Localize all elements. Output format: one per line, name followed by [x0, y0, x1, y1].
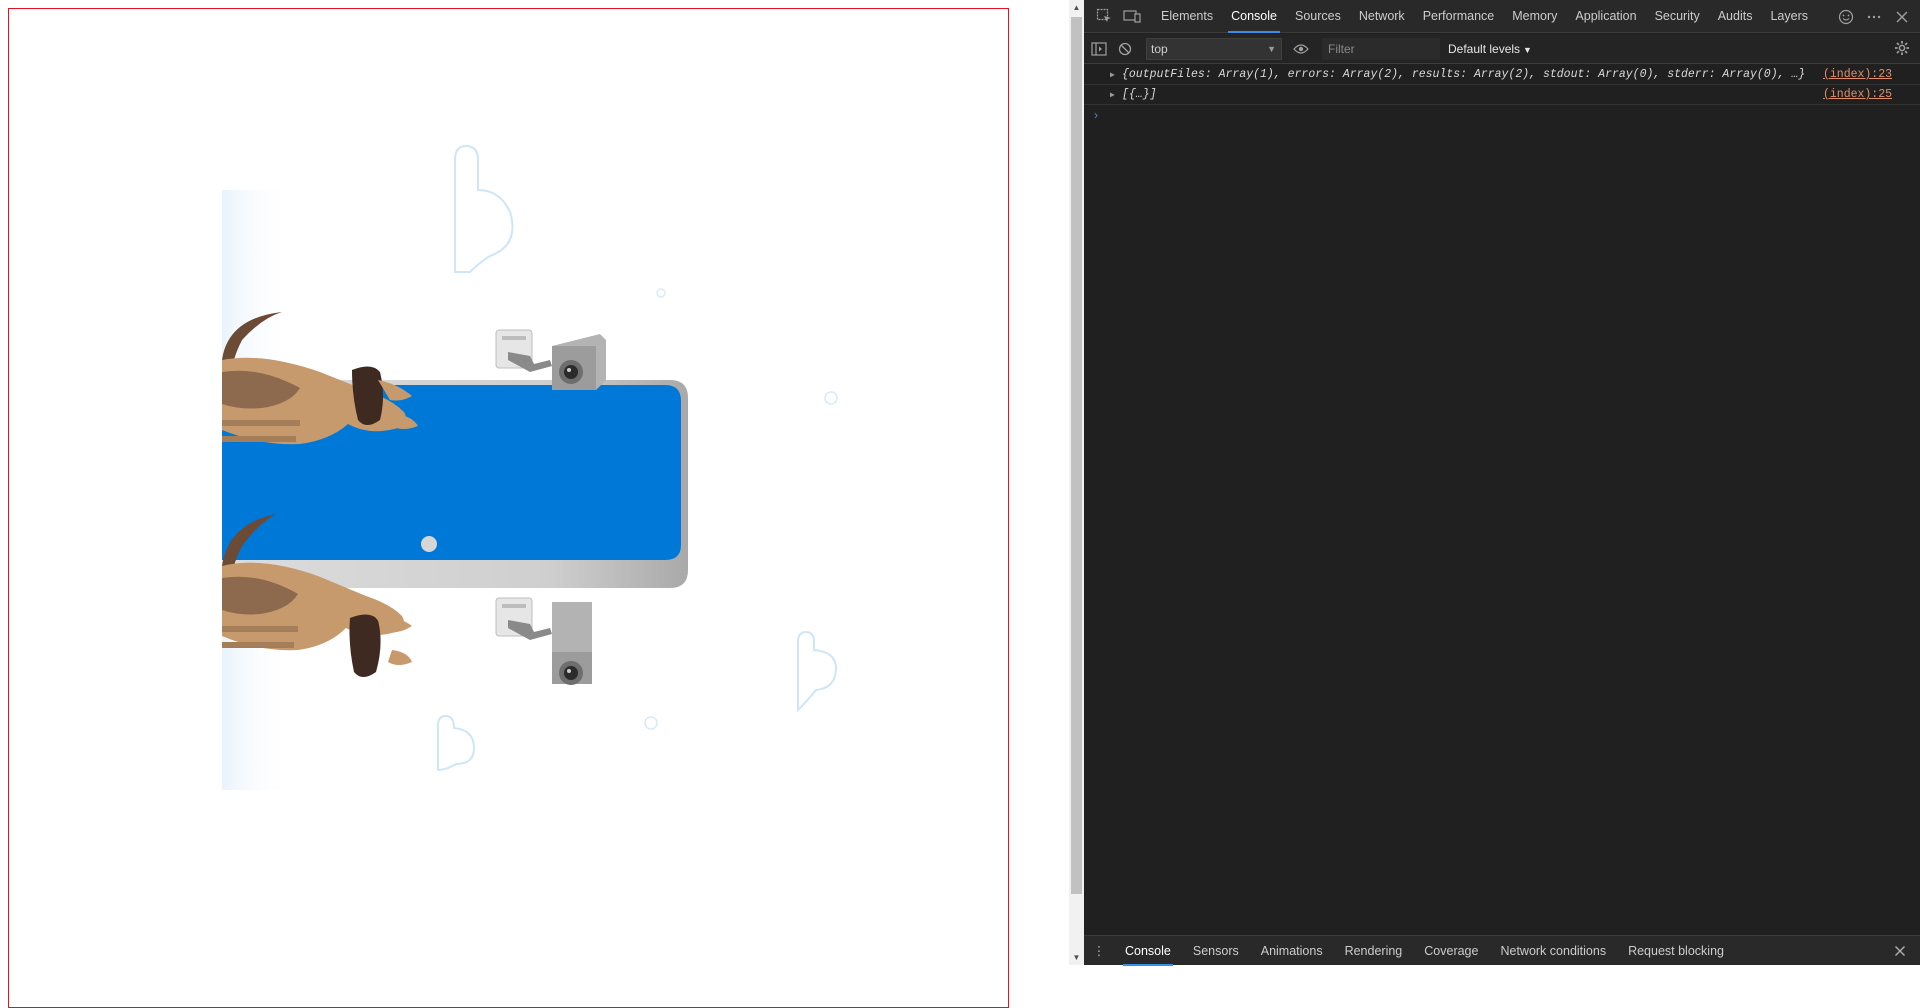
drawer-tab-animations[interactable]: Animations [1250, 936, 1334, 966]
scroll-up-arrow-icon[interactable]: ▲ [1069, 0, 1084, 15]
log-message: {outputFiles: Array(1), errors: Array(2)… [1122, 68, 1806, 81]
tab-network[interactable]: Network [1350, 0, 1414, 33]
page-viewport [0, 0, 1069, 1008]
close-drawer-icon[interactable] [1892, 943, 1908, 959]
log-levels-label: Default levels [1448, 41, 1521, 56]
tab-audits[interactable]: Audits [1709, 0, 1762, 33]
tab-console[interactable]: Console [1222, 0, 1286, 33]
scroll-down-arrow-icon[interactable]: ▼ [1069, 950, 1084, 965]
scrollbar-thumb[interactable] [1071, 17, 1082, 894]
tab-application[interactable]: Application [1566, 0, 1645, 33]
drawer-tab-sensors[interactable]: Sensors [1182, 936, 1250, 966]
close-devtools-icon[interactable] [1888, 0, 1916, 33]
tab-performance[interactable]: Performance [1414, 0, 1504, 33]
caret-down-icon: ▼ [1523, 44, 1532, 55]
log-message: [{…}] [1122, 88, 1157, 101]
clear-console-icon[interactable] [1112, 34, 1138, 64]
tab-sources[interactable]: Sources [1286, 0, 1350, 33]
expand-triangle-icon[interactable]: ▶ [1110, 70, 1118, 80]
chevron-down-icon: ▼ [1267, 43, 1276, 54]
log-source-link[interactable]: (index):25 [1823, 85, 1892, 105]
context-selector[interactable]: top ▼ [1146, 37, 1282, 60]
console-log-area: ▶ {outputFiles: Array(1), errors: Array(… [1084, 65, 1920, 125]
drawer-more-tools-icon[interactable]: ⋮ [1084, 943, 1114, 958]
devtools-panel: Elements Console Sources Network Perform… [1084, 0, 1920, 966]
drawer-tab-request-blocking[interactable]: Request blocking [1617, 936, 1735, 966]
expand-triangle-icon[interactable]: ▶ [1110, 90, 1118, 100]
show-sidebar-icon[interactable] [1086, 34, 1112, 64]
drawer-tab-console[interactable]: Console [1114, 936, 1182, 966]
tab-security[interactable]: Security [1646, 0, 1709, 33]
drawer-tab-rendering[interactable]: Rendering [1334, 936, 1414, 966]
drawer-tab-network-conditions[interactable]: Network conditions [1489, 936, 1617, 966]
console-filter-input[interactable] [1322, 37, 1440, 60]
more-options-icon[interactable] [1860, 0, 1888, 33]
log-source-link[interactable]: (index):23 [1823, 65, 1892, 85]
devtools-toolbar: Elements Console Sources Network Perform… [1084, 0, 1920, 33]
prompt-chevron-icon: › [1094, 108, 1098, 122]
console-log-entry[interactable]: ▶ [{…}] (index):25 [1084, 85, 1920, 105]
page-scrollbar[interactable]: ▲ ▼ [1069, 0, 1084, 965]
console-prompt[interactable]: › [1084, 105, 1920, 125]
inspect-element-icon[interactable] [1090, 0, 1118, 33]
tab-layers[interactable]: Layers [1761, 0, 1817, 33]
feedback-smiley-icon[interactable] [1832, 0, 1860, 33]
tab-memory[interactable]: Memory [1503, 0, 1566, 33]
devtools-drawer-tabs: ⋮ Console Sensors Animations Rendering C… [1084, 935, 1920, 966]
console-log-entry[interactable]: ▶ {outputFiles: Array(1), errors: Array(… [1084, 65, 1920, 85]
live-expression-eye-icon[interactable] [1288, 34, 1314, 64]
context-selector-value: top [1151, 41, 1168, 56]
console-toolbar: top ▼ Default levels▼ [1084, 34, 1920, 64]
drawer-tab-coverage[interactable]: Coverage [1413, 936, 1489, 966]
devtools-tabs: Elements Console Sources Network Perform… [1152, 0, 1817, 33]
device-toolbar-icon[interactable] [1118, 0, 1146, 33]
page-frame-border [8, 8, 1009, 1008]
log-levels-dropdown[interactable]: Default levels ▼ [1448, 42, 1532, 56]
tab-elements[interactable]: Elements [1152, 0, 1222, 33]
console-settings-gear-icon[interactable] [1892, 38, 1912, 58]
